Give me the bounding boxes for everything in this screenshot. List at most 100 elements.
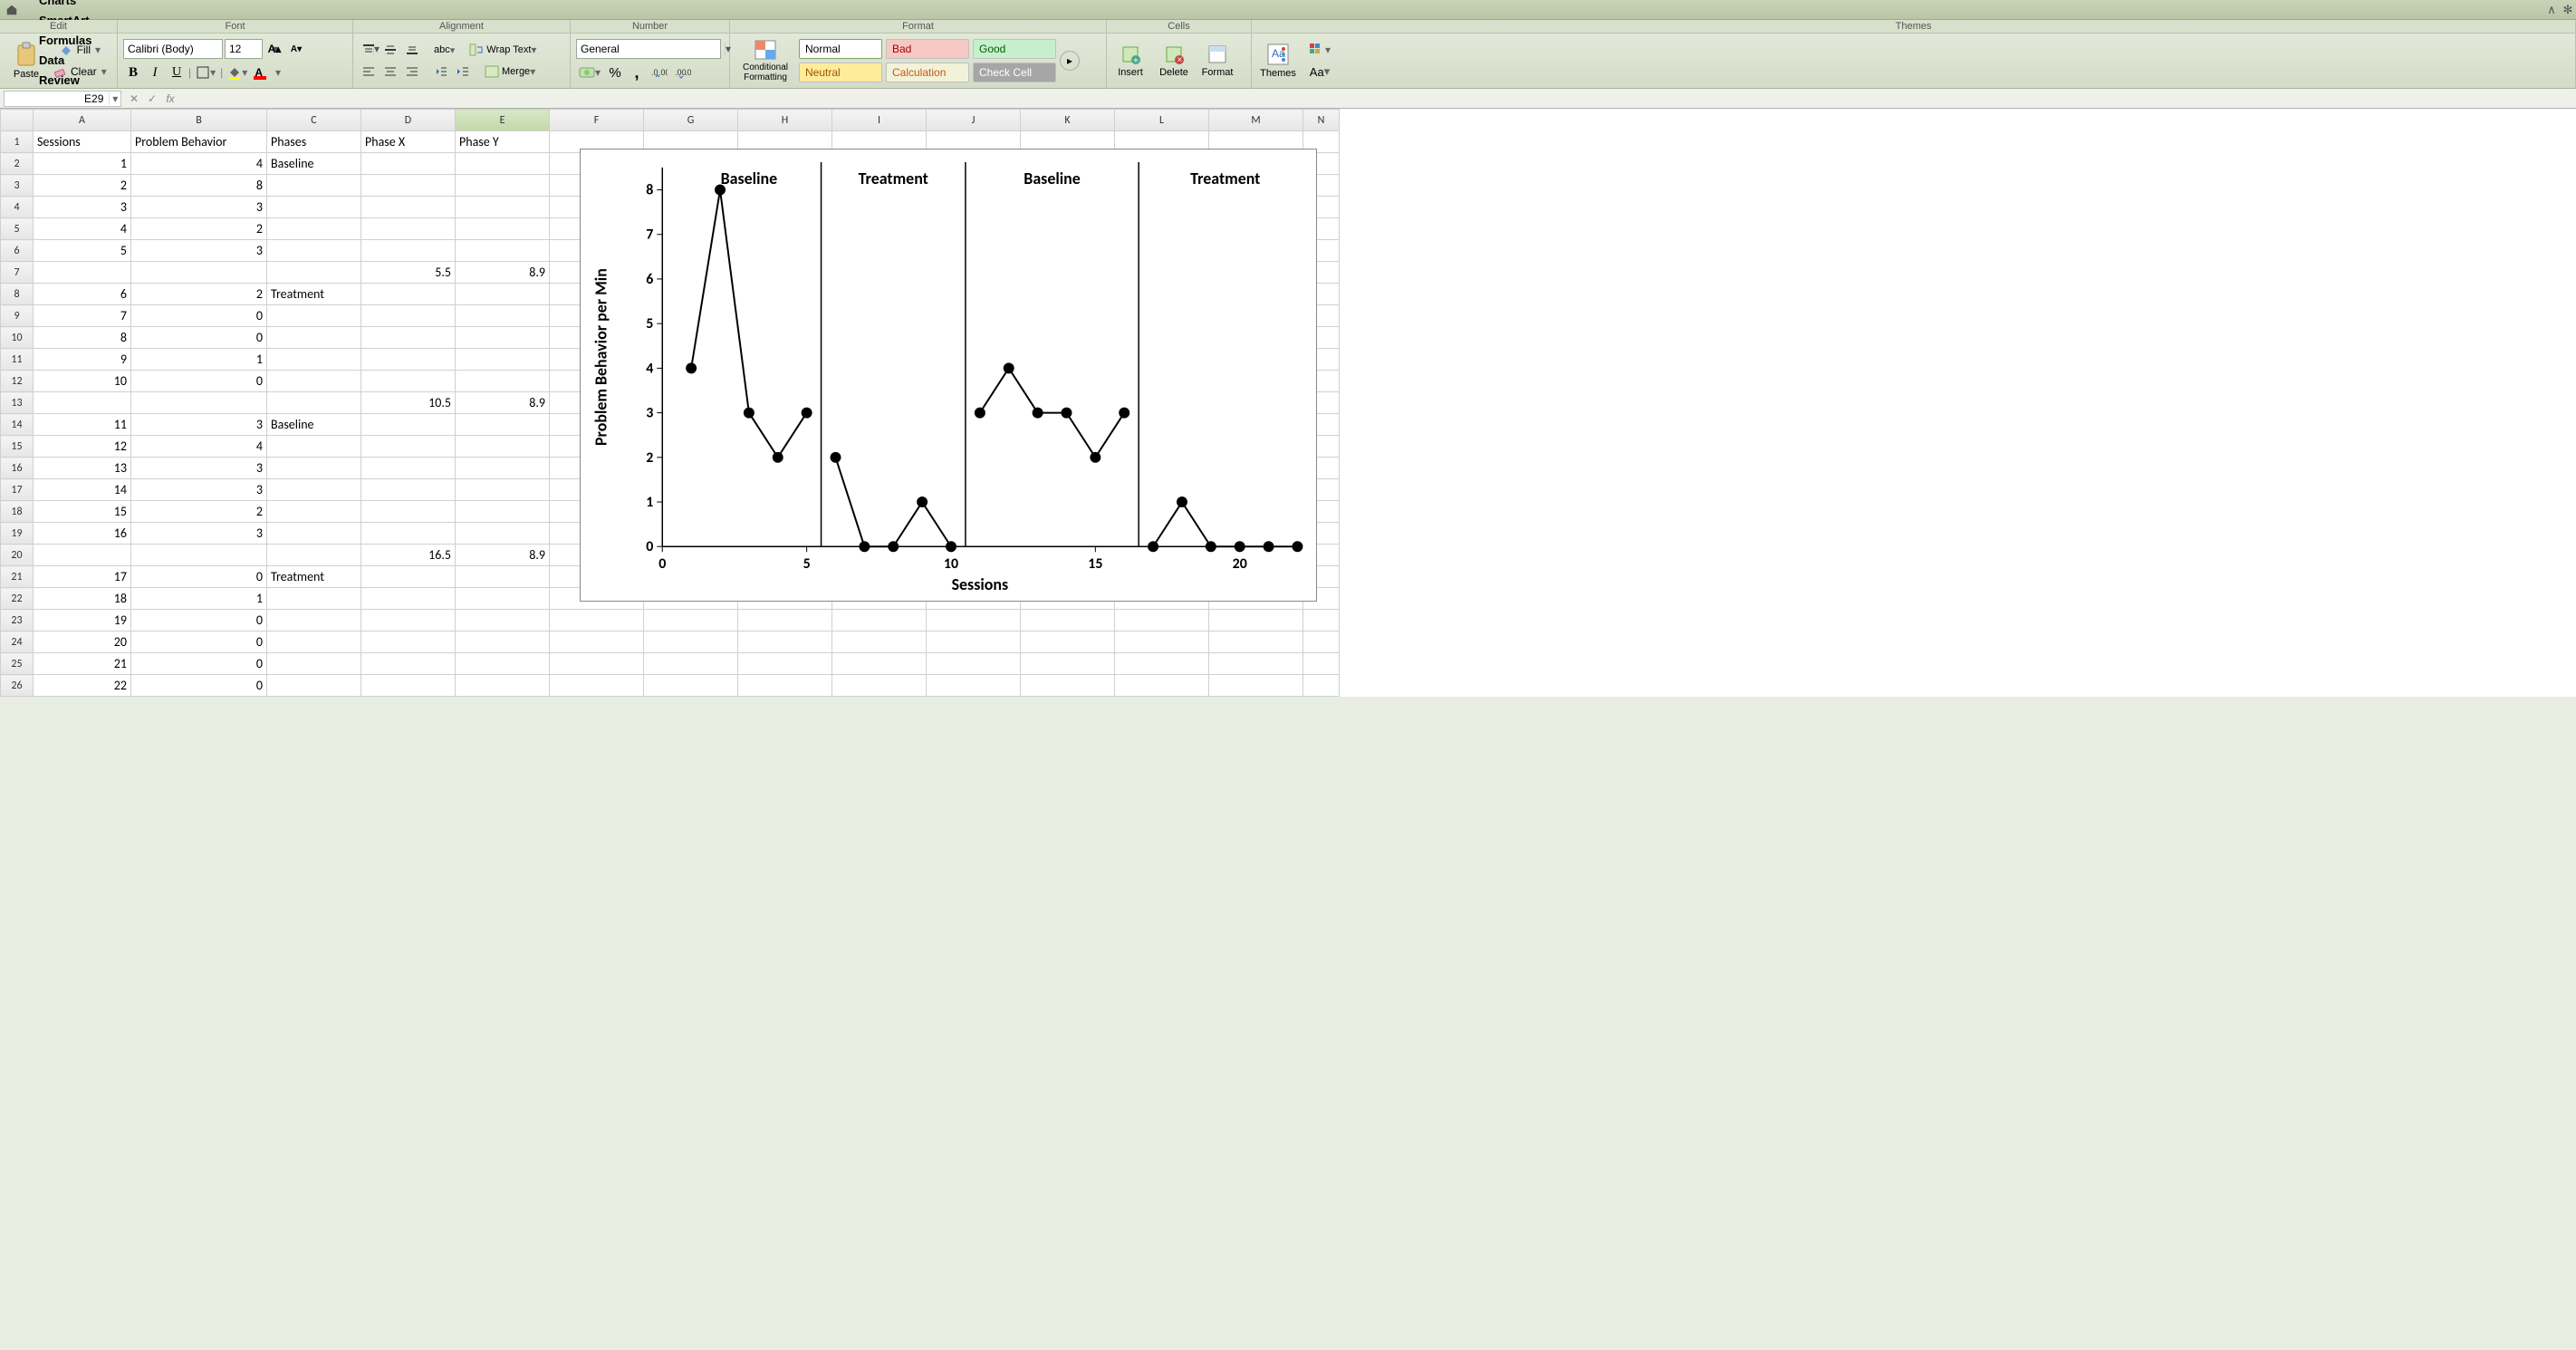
cell[interactable] [361, 349, 456, 371]
cell[interactable] [644, 610, 738, 632]
cell[interactable]: 9 [34, 349, 131, 371]
cell[interactable] [456, 632, 550, 653]
cell[interactable] [1021, 610, 1115, 632]
cell[interactable] [361, 175, 456, 197]
style-check-cell[interactable]: Check Cell [973, 63, 1056, 82]
cell[interactable] [1303, 675, 1340, 697]
cell[interactable]: 5 [34, 240, 131, 262]
cell[interactable] [267, 545, 361, 566]
border-button[interactable]: ▾ [193, 63, 218, 82]
style-gallery-more-button[interactable]: ▸ [1060, 51, 1080, 71]
style-calculation[interactable]: Calculation [886, 63, 969, 82]
cell[interactable] [267, 675, 361, 697]
cell[interactable]: Sessions [34, 131, 131, 153]
cell[interactable] [267, 175, 361, 197]
italic-button[interactable]: I [145, 63, 165, 82]
cell[interactable]: Phases [267, 131, 361, 153]
cell[interactable] [456, 153, 550, 175]
cell[interactable] [267, 523, 361, 545]
cell[interactable] [832, 632, 927, 653]
cell[interactable] [456, 436, 550, 458]
cell[interactable]: Treatment [267, 284, 361, 305]
insert-cells-button[interactable]: + Insert [1112, 36, 1149, 85]
cell[interactable]: 20 [34, 632, 131, 653]
cell[interactable]: 21 [34, 653, 131, 675]
cell[interactable] [1303, 632, 1340, 653]
cell[interactable]: 3 [131, 458, 267, 479]
cell[interactable] [267, 479, 361, 501]
row-header[interactable]: 18 [1, 501, 34, 523]
cell[interactable] [361, 479, 456, 501]
cell[interactable] [927, 610, 1021, 632]
row-header[interactable]: 16 [1, 458, 34, 479]
cell[interactable] [267, 588, 361, 610]
cell[interactable]: 3 [131, 414, 267, 436]
cell[interactable] [267, 218, 361, 240]
cell[interactable]: 0 [131, 305, 267, 327]
cell[interactable] [361, 436, 456, 458]
cell[interactable] [456, 414, 550, 436]
col-header-M[interactable]: M [1209, 110, 1303, 131]
cell[interactable]: 1 [131, 349, 267, 371]
theme-colors-button[interactable]: ▾ [1306, 40, 1333, 60]
cell[interactable] [267, 197, 361, 218]
cell[interactable]: 3 [131, 479, 267, 501]
cell[interactable]: 10 [34, 371, 131, 392]
align-right-button[interactable] [402, 62, 422, 82]
cell[interactable] [267, 349, 361, 371]
cell[interactable]: 0 [131, 371, 267, 392]
cell[interactable] [456, 523, 550, 545]
cell[interactable]: 1 [34, 153, 131, 175]
col-header-I[interactable]: I [832, 110, 927, 131]
cell[interactable] [267, 458, 361, 479]
cell[interactable] [644, 632, 738, 653]
name-box[interactable]: ▾ [4, 91, 121, 107]
cell[interactable]: 16 [34, 523, 131, 545]
cell[interactable]: 2 [34, 175, 131, 197]
cell[interactable]: 7 [34, 305, 131, 327]
cell[interactable]: Treatment [267, 566, 361, 588]
cell[interactable]: 8.9 [456, 262, 550, 284]
decrease-decimal-button[interactable]: .00.0 [672, 63, 694, 82]
cell[interactable] [456, 327, 550, 349]
currency-button[interactable]: ▾ [576, 63, 603, 82]
cell[interactable] [1115, 610, 1209, 632]
cell[interactable]: 0 [131, 632, 267, 653]
cell[interactable] [361, 327, 456, 349]
fx-button[interactable]: fx [161, 91, 179, 107]
col-header-A[interactable]: A [34, 110, 131, 131]
row-header[interactable]: 24 [1, 632, 34, 653]
cell[interactable] [1115, 632, 1209, 653]
cell[interactable] [456, 175, 550, 197]
settings-gear-icon[interactable]: ✻ [2560, 3, 2576, 17]
cell[interactable] [34, 262, 131, 284]
cell[interactable]: 8 [131, 175, 267, 197]
row-header[interactable]: 2 [1, 153, 34, 175]
select-all-corner[interactable] [1, 110, 34, 131]
name-box-dropdown-icon[interactable]: ▾ [109, 92, 120, 105]
cell[interactable] [832, 610, 927, 632]
cell[interactable]: 3 [131, 240, 267, 262]
col-header-E[interactable]: E [456, 110, 550, 131]
cell[interactable]: 8.9 [456, 392, 550, 414]
fill-button[interactable]: Fill ▾ [51, 40, 110, 60]
shrink-font-button[interactable]: A▾ [286, 39, 306, 59]
cell[interactable] [361, 610, 456, 632]
cell[interactable] [1209, 653, 1303, 675]
cell[interactable] [131, 545, 267, 566]
cell[interactable]: 2 [131, 501, 267, 523]
underline-button[interactable]: U [167, 63, 187, 82]
cell[interactable] [644, 653, 738, 675]
cell[interactable]: 2 [131, 284, 267, 305]
cell[interactable] [267, 262, 361, 284]
row-header[interactable]: 7 [1, 262, 34, 284]
row-header[interactable]: 5 [1, 218, 34, 240]
cell[interactable] [456, 610, 550, 632]
cell[interactable] [361, 240, 456, 262]
cell[interactable]: 0 [131, 675, 267, 697]
enter-formula-button[interactable]: ✓ [143, 91, 161, 107]
tab-charts[interactable]: Charts [22, 0, 110, 10]
style-neutral[interactable]: Neutral [799, 63, 882, 82]
cell[interactable]: 8 [34, 327, 131, 349]
cell[interactable]: 16.5 [361, 545, 456, 566]
